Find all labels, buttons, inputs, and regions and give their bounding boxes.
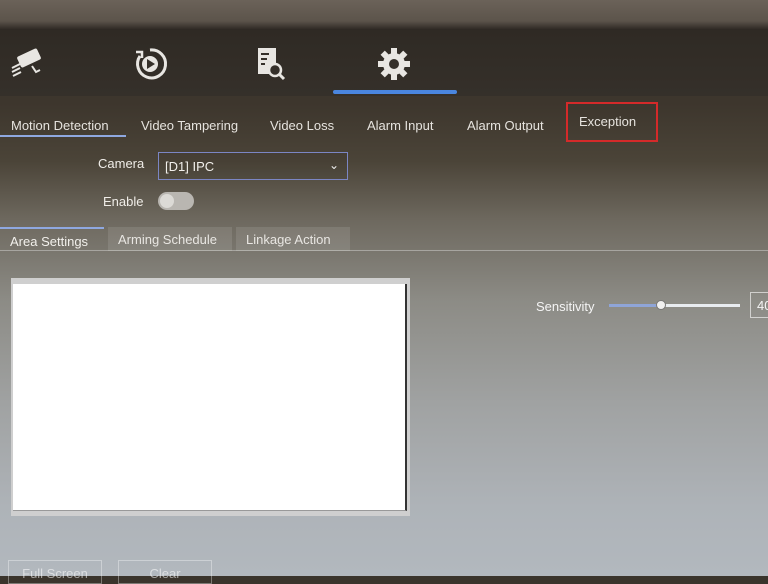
tab-video-tampering[interactable]: Video Tampering: [141, 118, 238, 133]
slider-fill: [609, 304, 662, 307]
gear-icon: [378, 48, 410, 80]
top-nav-bar: [0, 30, 768, 96]
camera-icon: [11, 48, 41, 77]
monitor-bezel: [0, 0, 768, 30]
sub-tabs: Area Settings Arming Schedule Linkage Ac…: [0, 227, 768, 251]
nav-playback[interactable]: [128, 44, 172, 84]
nav-configuration[interactable]: [372, 44, 416, 84]
tab-alarm-input[interactable]: Alarm Input: [367, 118, 433, 133]
exception-highlight-box: [566, 102, 658, 142]
camera-label: Camera: [98, 156, 145, 171]
tab-motion-detection[interactable]: Motion Detection: [11, 118, 109, 133]
sensitivity-slider[interactable]: [609, 300, 740, 310]
subtab-linkage-action[interactable]: Linkage Action: [236, 227, 350, 251]
sensitivity-value-field[interactable]: 40: [750, 292, 768, 318]
full-screen-button[interactable]: Full Screen: [8, 560, 102, 584]
playback-icon: [136, 48, 168, 80]
active-tab-indicator: [0, 135, 126, 137]
subtab-arming-schedule[interactable]: Arming Schedule: [108, 227, 232, 251]
enable-label: Enable: [103, 194, 144, 209]
nav-live-view[interactable]: [6, 44, 50, 84]
video-preview-area[interactable]: [13, 284, 407, 511]
sensitivity-label: Sensitivity: [536, 299, 595, 314]
tab-video-loss[interactable]: Video Loss: [270, 118, 334, 133]
divider: [0, 250, 768, 251]
camera-select-value: [D1] IPC: [165, 159, 215, 174]
enable-toggle[interactable]: [158, 192, 194, 210]
subtab-area-settings[interactable]: Area Settings: [0, 227, 104, 251]
file-search-icon: [258, 48, 286, 81]
nav-search[interactable]: [248, 44, 292, 84]
clear-button[interactable]: Clear: [118, 560, 212, 584]
active-nav-indicator: [333, 90, 457, 94]
toggle-knob: [160, 194, 174, 208]
slider-thumb[interactable]: [656, 300, 667, 310]
tab-alarm-output[interactable]: Alarm Output: [467, 118, 544, 133]
chevron-down-icon: ⌄: [328, 158, 339, 172]
camera-select[interactable]: [D1] IPC ⌄: [158, 152, 348, 180]
